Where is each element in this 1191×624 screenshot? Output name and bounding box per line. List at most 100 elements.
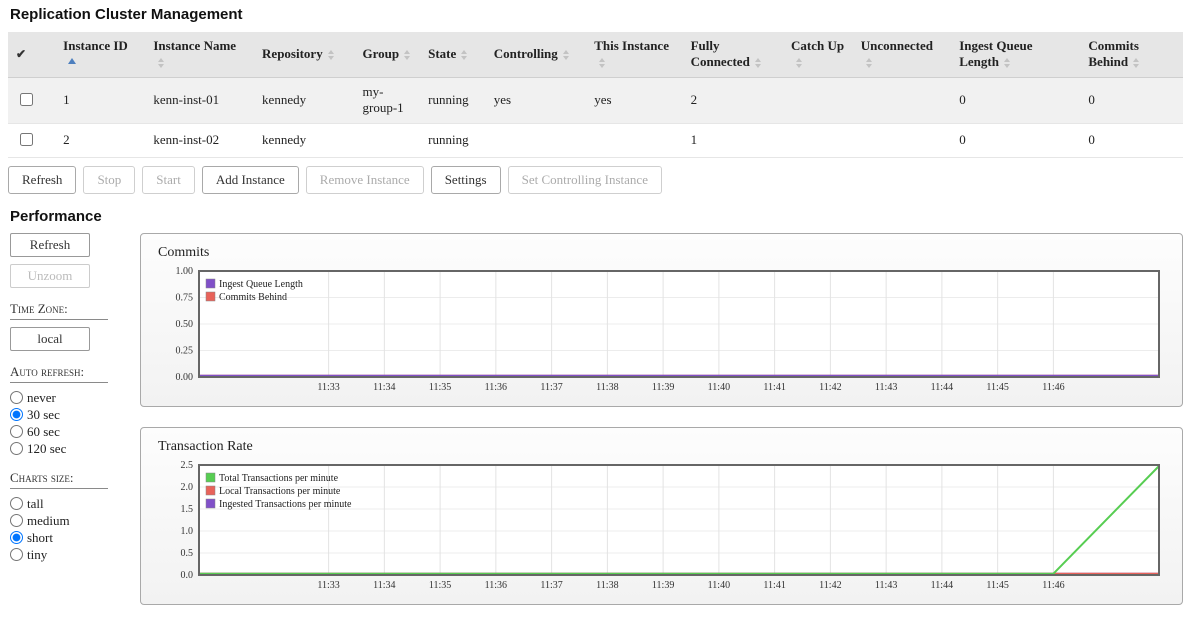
charts-size-radio[interactable]: [10, 497, 23, 510]
auto-refresh-radio[interactable]: [10, 442, 23, 455]
sort-icon: [866, 58, 872, 68]
cell-ingest-queue-length: 0: [951, 124, 1080, 158]
cell-commits-behind: 0: [1080, 77, 1183, 124]
svg-text:11:44: 11:44: [931, 580, 953, 591]
select-all-header[interactable]: ✔: [8, 32, 55, 77]
cell-instance-id: 1: [55, 77, 145, 124]
remove-instance-button: Remove Instance: [306, 166, 424, 194]
charts-size-option-tall[interactable]: tall: [10, 496, 128, 512]
column-header-controlling[interactable]: Controlling: [486, 32, 586, 77]
row-select-checkbox[interactable]: [20, 93, 33, 106]
transaction-rate-chart-title: Transaction Rate: [158, 439, 1170, 455]
auto-refresh-radio[interactable]: [10, 425, 23, 438]
svg-text:2.5: 2.5: [181, 460, 194, 471]
svg-text:11:36: 11:36: [485, 382, 507, 393]
charts-size-option-medium[interactable]: medium: [10, 513, 128, 529]
timezone-button[interactable]: local: [10, 327, 90, 351]
column-header-ingest-queue-length[interactable]: Ingest Queue Length: [951, 32, 1080, 77]
charts-size-radio[interactable]: [10, 548, 23, 561]
svg-text:11:37: 11:37: [540, 580, 562, 591]
cluster-table: ✔Instance ID Instance Name Repository Group…: [8, 32, 1183, 158]
auto-refresh-radio[interactable]: [10, 408, 23, 421]
svg-text:Commits Behind: Commits Behind: [219, 292, 287, 303]
auto-refresh-option-label: never: [27, 390, 56, 405]
column-header-group[interactable]: Group: [355, 32, 421, 77]
svg-text:11:40: 11:40: [708, 580, 730, 591]
add-instance-button[interactable]: Add Instance: [202, 166, 299, 194]
column-label: Fully Connected: [691, 38, 750, 69]
column-label: Repository: [262, 46, 323, 61]
cell-group: [355, 124, 421, 158]
cell-instance-id: 2: [55, 124, 145, 158]
row-select-cell: [8, 77, 55, 124]
column-header-catch-up[interactable]: Catch Up: [783, 32, 853, 77]
column-label: Group: [363, 46, 400, 61]
svg-text:1.00: 1.00: [176, 266, 194, 277]
svg-text:11:46: 11:46: [1042, 382, 1064, 393]
performance-refresh-button[interactable]: Refresh: [10, 233, 90, 257]
column-header-commits-behind[interactable]: Commits Behind: [1080, 32, 1183, 77]
cell-state: running: [420, 124, 486, 158]
column-header-state[interactable]: State: [420, 32, 486, 77]
cell-commits-behind: 0: [1080, 124, 1183, 158]
column-header-this-instance[interactable]: This Instance: [586, 32, 682, 77]
cell-this-instance: [586, 124, 682, 158]
svg-text:Ingested Transactions per minu: Ingested Transactions per minute: [219, 499, 352, 510]
cluster-toolbar: RefreshStopStartAdd InstanceRemove Insta…: [8, 166, 1183, 194]
sort-icon: [461, 50, 467, 60]
charts-size-option-tiny[interactable]: tiny: [10, 547, 128, 563]
commits-chart[interactable]: 11:3311:3411:3511:3611:3711:3811:3911:40…: [153, 265, 1169, 395]
charts-size-option-label: medium: [27, 513, 70, 528]
cell-catch-up: [783, 77, 853, 124]
row-select-cell: [8, 124, 55, 158]
cell-unconnected: [853, 124, 951, 158]
column-header-repository[interactable]: Repository: [254, 32, 354, 77]
svg-text:0.0: 0.0: [181, 570, 194, 581]
charts-size-radio[interactable]: [10, 531, 23, 544]
performance-title: Performance: [10, 208, 1183, 225]
timezone-label: Time Zone:: [10, 301, 108, 320]
charts-size-label: Charts size:: [10, 470, 108, 489]
column-header-instance-name[interactable]: Instance Name: [145, 32, 254, 77]
column-label: Instance Name: [153, 38, 236, 53]
svg-text:Ingest Queue Length: Ingest Queue Length: [219, 279, 303, 290]
auto-refresh-radio[interactable]: [10, 391, 23, 404]
svg-text:11:39: 11:39: [652, 382, 674, 393]
auto-refresh-option-120-sec[interactable]: 120 sec: [10, 441, 128, 457]
column-label: Commits Behind: [1088, 38, 1139, 69]
svg-text:11:36: 11:36: [485, 580, 507, 591]
column-label: Ingest Queue Length: [959, 38, 1032, 69]
row-select-checkbox[interactable]: [20, 133, 33, 146]
cell-repository: kennedy: [254, 124, 354, 158]
settings-button[interactable]: Settings: [431, 166, 501, 194]
auto-refresh-option-label: 120 sec: [27, 441, 66, 456]
svg-text:11:41: 11:41: [763, 580, 785, 591]
column-header-fully-connected[interactable]: Fully Connected: [683, 32, 783, 77]
stop-button: Stop: [83, 166, 135, 194]
svg-text:2.0: 2.0: [181, 482, 194, 493]
svg-text:11:43: 11:43: [875, 580, 897, 591]
column-label: State: [428, 46, 456, 61]
cell-fully-connected: 1: [683, 124, 783, 158]
column-header-unconnected[interactable]: Unconnected: [853, 32, 951, 77]
charts-size-radio[interactable]: [10, 514, 23, 527]
svg-text:11:34: 11:34: [373, 580, 395, 591]
auto-refresh-option-30-sec[interactable]: 30 sec: [10, 407, 128, 423]
svg-text:11:37: 11:37: [540, 382, 562, 393]
unzoom-button: Unzoom: [10, 264, 90, 288]
cell-this-instance: yes: [586, 77, 682, 124]
charts-size-option-short[interactable]: short: [10, 530, 128, 546]
column-header-instance-id[interactable]: Instance ID: [55, 32, 145, 77]
svg-text:1.5: 1.5: [181, 504, 194, 515]
refresh-button[interactable]: Refresh: [8, 166, 76, 194]
sort-icon: [328, 50, 334, 60]
auto-refresh-option-60-sec[interactable]: 60 sec: [10, 424, 128, 440]
sort-ascending-icon: [68, 58, 76, 64]
cell-catch-up: [783, 124, 853, 158]
cell-group: my-group-1: [355, 77, 421, 124]
svg-text:11:42: 11:42: [819, 382, 841, 393]
sort-icon: [755, 58, 761, 68]
auto-refresh-option-never[interactable]: never: [10, 390, 128, 406]
transaction-rate-chart[interactable]: 11:3311:3411:3511:3611:3711:3811:3911:40…: [153, 459, 1169, 593]
auto-refresh-option-label: 30 sec: [27, 407, 60, 422]
